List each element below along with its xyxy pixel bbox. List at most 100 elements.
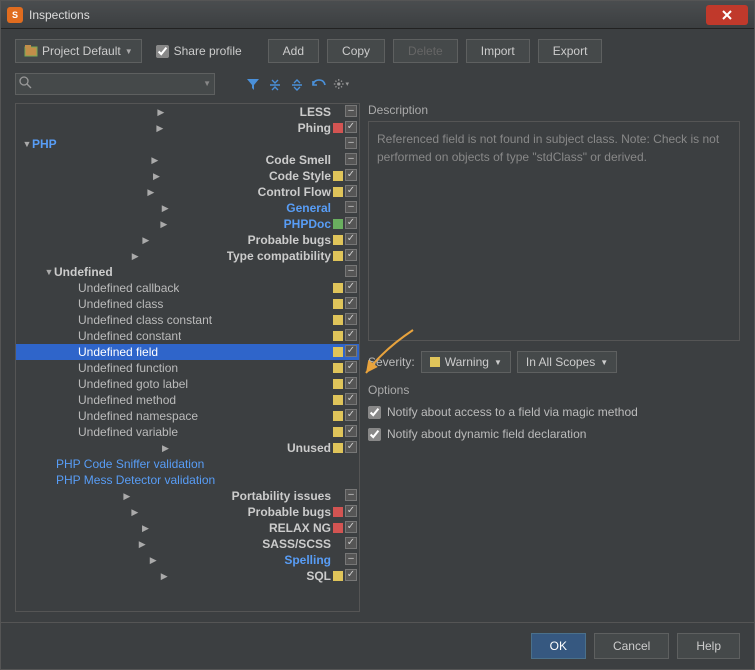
scope-dropdown[interactable]: In All Scopes ▼ bbox=[517, 351, 617, 373]
severity-dropdown[interactable]: Warning ▼ bbox=[421, 351, 511, 373]
chevron-down-icon[interactable] bbox=[22, 139, 32, 149]
tree-row[interactable]: Phing bbox=[16, 120, 359, 136]
chevron-right-icon[interactable] bbox=[22, 539, 262, 550]
inspection-checkbox[interactable] bbox=[345, 297, 357, 309]
inspection-checkbox[interactable] bbox=[345, 217, 357, 229]
tree-row[interactable]: Undefined function bbox=[16, 360, 359, 376]
tree-row[interactable]: RELAX NG bbox=[16, 520, 359, 536]
chevron-right-icon[interactable] bbox=[44, 203, 286, 214]
option-magic-method-input[interactable] bbox=[368, 406, 381, 419]
tree-row[interactable]: PHP Code Sniffer validation bbox=[16, 456, 359, 472]
tree-row[interactable]: Control Flow bbox=[16, 184, 359, 200]
profile-dropdown[interactable]: Project Default ▼ bbox=[15, 39, 142, 63]
tree-row[interactable]: Undefined callback bbox=[16, 280, 359, 296]
chevron-right-icon[interactable] bbox=[44, 235, 248, 246]
tree-row[interactable]: Code Smell bbox=[16, 152, 359, 168]
chevron-right-icon[interactable] bbox=[22, 507, 248, 518]
filter-icon[interactable] bbox=[245, 76, 261, 92]
tree-row[interactable]: Undefined variable bbox=[16, 424, 359, 440]
inspection-checkbox[interactable] bbox=[345, 329, 357, 341]
inspection-checkbox[interactable] bbox=[345, 121, 357, 133]
inspection-tree[interactable]: LESSPhingPHPCode SmellCode StyleControl … bbox=[16, 104, 359, 611]
search-input[interactable] bbox=[15, 73, 215, 95]
tree-row[interactable]: General bbox=[16, 200, 359, 216]
inspection-checkbox[interactable] bbox=[345, 265, 357, 277]
chevron-right-icon[interactable] bbox=[22, 123, 298, 134]
export-button[interactable]: Export bbox=[538, 39, 603, 63]
inspection-checkbox[interactable] bbox=[345, 249, 357, 261]
tree-row[interactable]: Undefined constant bbox=[16, 328, 359, 344]
tree-row[interactable]: Undefined field bbox=[16, 344, 359, 360]
option-dynamic-field[interactable]: Notify about dynamic field declaration bbox=[368, 427, 740, 441]
tree-row[interactable]: Undefined goto label bbox=[16, 376, 359, 392]
import-button[interactable]: Import bbox=[466, 39, 530, 63]
inspection-checkbox[interactable] bbox=[345, 233, 357, 245]
tree-row[interactable]: Unused bbox=[16, 440, 359, 456]
tree-row[interactable]: Probable bugs bbox=[16, 504, 359, 520]
chevron-right-icon[interactable] bbox=[22, 491, 232, 502]
inspection-checkbox[interactable] bbox=[345, 281, 357, 293]
tree-row[interactable]: Undefined bbox=[16, 264, 359, 280]
tree-row[interactable]: Spelling bbox=[16, 552, 359, 568]
tree-row[interactable]: Undefined namespace bbox=[16, 408, 359, 424]
inspection-checkbox[interactable] bbox=[345, 489, 357, 501]
chevron-down-icon[interactable] bbox=[44, 267, 54, 277]
tree-row[interactable]: SASS/SCSS bbox=[16, 536, 359, 552]
chevron-right-icon[interactable] bbox=[22, 555, 284, 566]
inspection-checkbox[interactable] bbox=[345, 521, 357, 533]
tree-row[interactable]: Undefined class bbox=[16, 296, 359, 312]
share-profile-checkbox[interactable]: Share profile bbox=[156, 44, 242, 58]
chevron-right-icon[interactable] bbox=[22, 107, 300, 118]
inspection-checkbox[interactable] bbox=[345, 505, 357, 517]
inspection-checkbox[interactable] bbox=[345, 537, 357, 549]
chevron-right-icon[interactable] bbox=[44, 251, 227, 262]
tree-row[interactable]: SQL bbox=[16, 568, 359, 584]
reset-icon[interactable] bbox=[311, 76, 327, 92]
search-caret-icon[interactable]: ▼ bbox=[203, 79, 211, 88]
inspection-checkbox[interactable] bbox=[345, 569, 357, 581]
option-magic-method[interactable]: Notify about access to a field via magic… bbox=[368, 405, 740, 419]
tree-row[interactable]: PHPDoc bbox=[16, 216, 359, 232]
delete-button[interactable]: Delete bbox=[393, 39, 458, 63]
inspection-checkbox[interactable] bbox=[345, 377, 357, 389]
inspection-checkbox[interactable] bbox=[345, 441, 357, 453]
ok-button[interactable]: OK bbox=[531, 633, 586, 659]
close-button[interactable] bbox=[706, 5, 748, 25]
tree-row[interactable]: Type compatibility bbox=[16, 248, 359, 264]
tree-row[interactable]: PHP bbox=[16, 136, 359, 152]
option-dynamic-field-input[interactable] bbox=[368, 428, 381, 441]
inspection-checkbox[interactable] bbox=[345, 313, 357, 325]
inspection-checkbox[interactable] bbox=[345, 553, 357, 565]
chevron-right-icon[interactable] bbox=[44, 443, 287, 454]
expand-icon[interactable] bbox=[267, 76, 283, 92]
chevron-right-icon[interactable] bbox=[44, 219, 284, 230]
inspection-checkbox[interactable] bbox=[345, 169, 357, 181]
tree-row[interactable]: Undefined class constant bbox=[16, 312, 359, 328]
share-profile-input[interactable] bbox=[156, 45, 169, 58]
copy-button[interactable]: Copy bbox=[327, 39, 385, 63]
tree-row[interactable]: Portability issues bbox=[16, 488, 359, 504]
inspection-checkbox[interactable] bbox=[345, 361, 357, 373]
inspection-checkbox[interactable] bbox=[345, 185, 357, 197]
inspection-checkbox[interactable] bbox=[345, 201, 357, 213]
chevron-right-icon[interactable] bbox=[44, 155, 266, 166]
chevron-right-icon[interactable] bbox=[22, 523, 269, 534]
help-button[interactable]: Help bbox=[677, 633, 740, 659]
tree-row[interactable]: Probable bugs bbox=[16, 232, 359, 248]
tree-row[interactable]: Undefined method bbox=[16, 392, 359, 408]
chevron-right-icon[interactable] bbox=[44, 187, 258, 198]
tree-row[interactable]: LESS bbox=[16, 104, 359, 120]
collapse-icon[interactable] bbox=[289, 76, 305, 92]
inspection-checkbox[interactable] bbox=[345, 345, 357, 357]
inspection-checkbox[interactable] bbox=[345, 425, 357, 437]
inspection-checkbox[interactable] bbox=[345, 153, 357, 165]
inspection-checkbox[interactable] bbox=[345, 105, 357, 117]
gear-icon[interactable]: ▾ bbox=[333, 76, 349, 92]
chevron-right-icon[interactable] bbox=[22, 571, 306, 582]
tree-row[interactable]: PHP Mess Detector validation bbox=[16, 472, 359, 488]
chevron-right-icon[interactable] bbox=[44, 171, 269, 182]
cancel-button[interactable]: Cancel bbox=[594, 633, 669, 659]
inspection-checkbox[interactable] bbox=[345, 393, 357, 405]
inspection-checkbox[interactable] bbox=[345, 137, 357, 149]
inspection-checkbox[interactable] bbox=[345, 409, 357, 421]
